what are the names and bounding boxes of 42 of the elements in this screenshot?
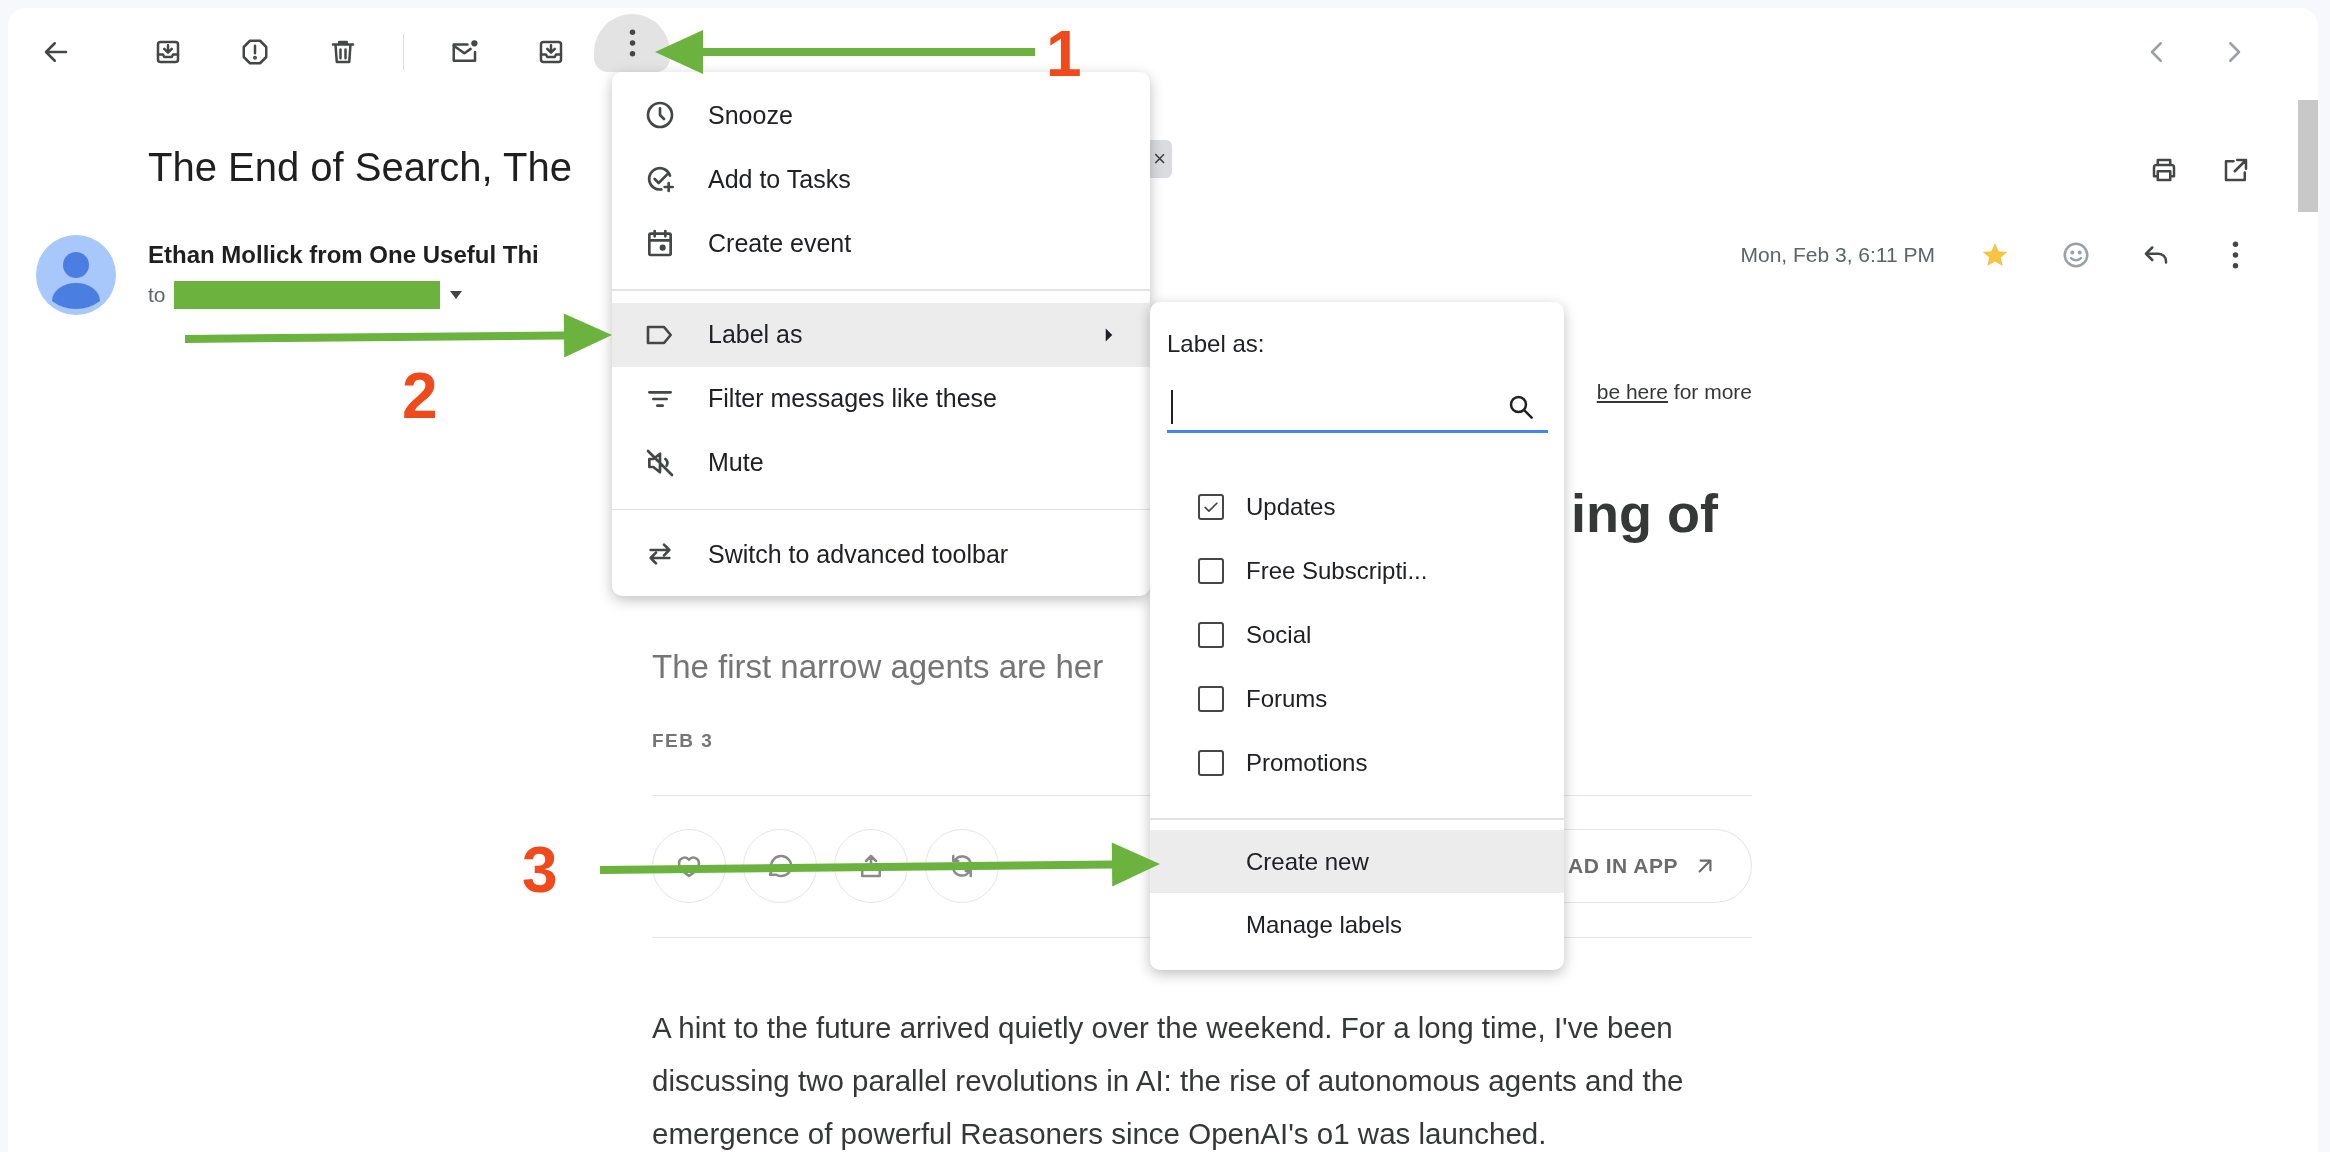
menu-heading: Label as: bbox=[1167, 330, 1265, 358]
clock-icon bbox=[644, 99, 676, 131]
menu-item[interactable]: Label as bbox=[612, 302, 1150, 367]
read-in-app-button[interactable]: AD IN APP bbox=[1564, 829, 1752, 903]
checkbox[interactable] bbox=[1198, 558, 1224, 584]
step-number: 1 bbox=[1046, 22, 1082, 86]
scrollbar-thumb[interactable] bbox=[2298, 100, 2318, 212]
checkbox[interactable] bbox=[1198, 750, 1224, 776]
more-vertical-icon bbox=[628, 29, 636, 57]
menu-item[interactable]: Manage labels bbox=[1150, 893, 1564, 957]
article-paragraph: A hint to the future arrived quietly over the weekend. For a long time, I've been discussing two parallel revolutions in AI: the rise of autonomous agents and the emergence of powerful Reasoners since OpenAI's o1 was launched. bbox=[652, 1010, 1685, 1152]
menu-item[interactable]: Add to Tasks bbox=[612, 147, 1150, 211]
menu-item[interactable]: Create new bbox=[1150, 830, 1564, 893]
smiley-icon bbox=[2061, 240, 2091, 270]
menu-item[interactable]: Filter messages like these bbox=[612, 366, 1150, 431]
menu-item[interactable]: Snooze bbox=[612, 83, 1150, 147]
unsubscribe-link[interactable]: be here bbox=[1596, 380, 1668, 403]
unsubscribe-note: be here for more bbox=[1596, 380, 1752, 404]
email-date: Mon, Feb 3, 6:11 PM bbox=[1740, 243, 1935, 267]
label-name: Social bbox=[1246, 621, 1312, 649]
article-date: FEB 3 bbox=[652, 730, 714, 752]
article-title: ing of bbox=[1571, 482, 1718, 544]
checkbox[interactable] bbox=[1198, 622, 1224, 648]
menu-item[interactable]: Switch to advanced toolbar bbox=[612, 522, 1150, 586]
checkbox[interactable] bbox=[1198, 494, 1224, 520]
recipient-label: to bbox=[148, 283, 166, 307]
checkbox[interactable] bbox=[1198, 686, 1224, 712]
menu-item[interactable]: Create event bbox=[612, 211, 1150, 275]
label-chip-remove[interactable]: × bbox=[1150, 140, 1172, 178]
more-vertical-icon bbox=[2231, 241, 2239, 269]
step-number: 2 bbox=[402, 364, 438, 428]
step-number: 3 bbox=[522, 838, 558, 902]
sender-name: Ethan Mollick from One Useful Thi bbox=[148, 241, 539, 269]
label-name: Updates bbox=[1246, 493, 1336, 521]
menu-item[interactable]: Mute bbox=[612, 430, 1150, 495]
label-name: Forums bbox=[1246, 685, 1328, 713]
label-name: Promotions bbox=[1246, 749, 1368, 777]
article-subtitle: The first narrow agents are her bbox=[652, 648, 1104, 686]
report-icon bbox=[240, 37, 270, 67]
email-subject: The End of Search, The bbox=[148, 144, 572, 190]
label-name: Free Subscripti... bbox=[1246, 557, 1428, 585]
dropdown-caret-icon[interactable] bbox=[447, 290, 464, 300]
